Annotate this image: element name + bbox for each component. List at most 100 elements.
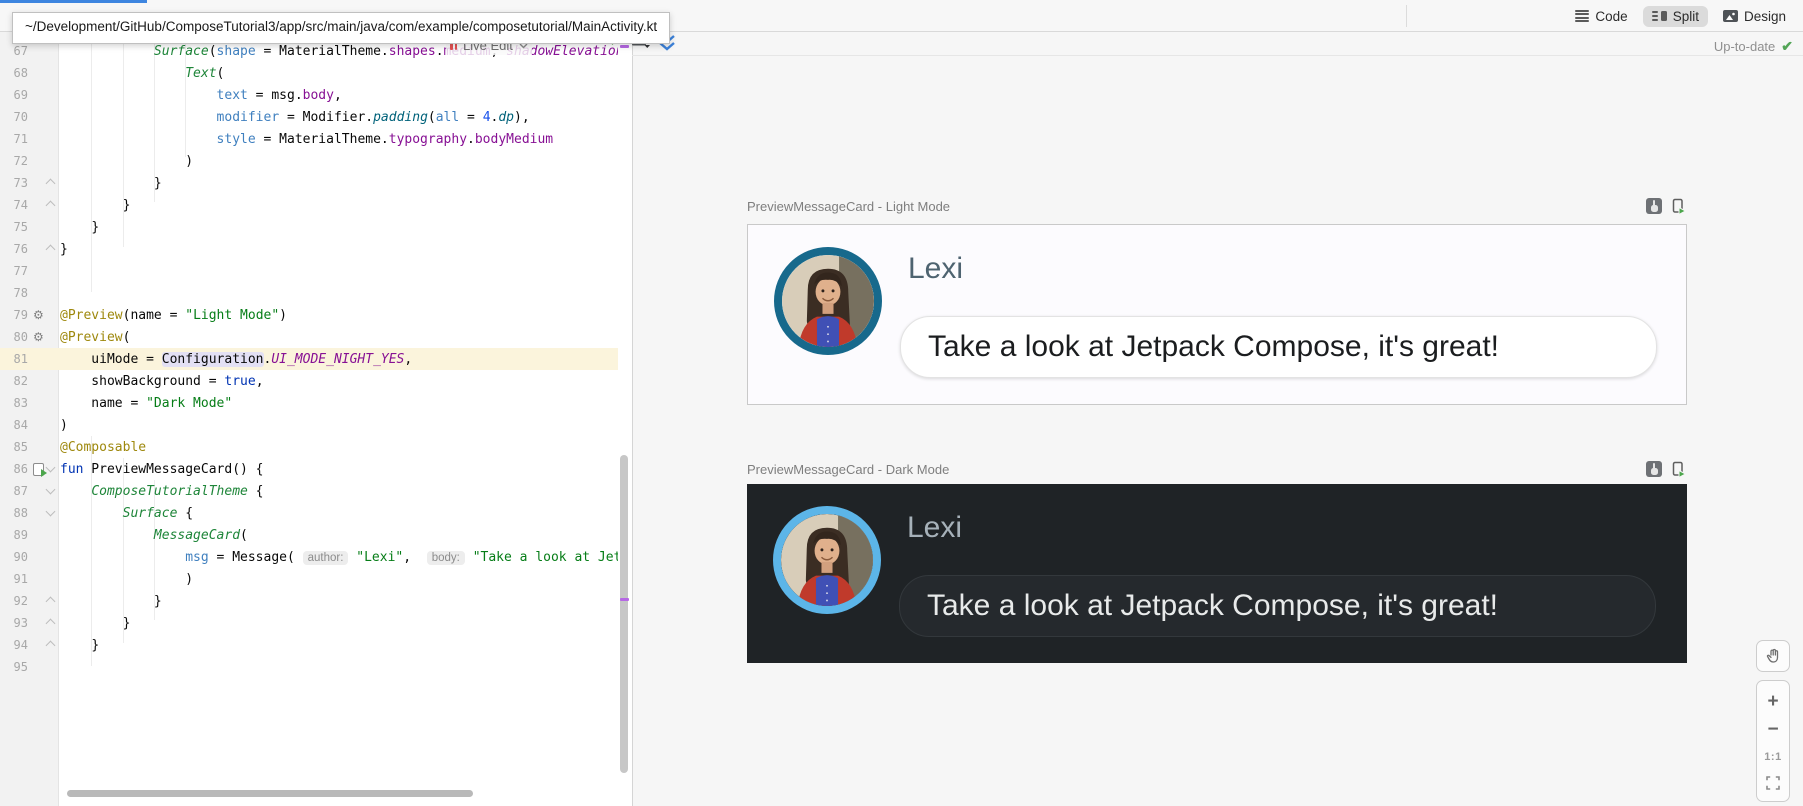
design-mode-button[interactable]: Design <box>1714 6 1795 27</box>
code-line[interactable]: 94 } <box>0 634 618 656</box>
code-text: } <box>58 594 162 609</box>
line-number: 77 <box>4 264 28 278</box>
code-line[interactable]: 76} <box>0 238 618 260</box>
code-line[interactable]: 70 modifier = Modifier.padding(all = 4.d… <box>0 106 618 128</box>
gutter-icons <box>28 370 58 392</box>
code-line[interactable]: 83 name = "Dark Mode" <box>0 392 618 414</box>
gutter-icons <box>28 128 58 150</box>
code-editor[interactable]: 67 Surface(shape = MaterialTheme.shapes.… <box>0 32 632 806</box>
code-line[interactable]: 68 Text( <box>0 62 618 84</box>
code-line[interactable]: 82 showBackground = true, <box>0 370 618 392</box>
fold-marker-icon[interactable] <box>46 506 56 516</box>
message-text: Take a look at Jetpack Compose, it's gre… <box>900 576 1655 636</box>
code-line[interactable]: 89 MessageCard( <box>0 524 618 546</box>
code-line[interactable]: 71 style = MaterialTheme.typography.body… <box>0 128 618 150</box>
code-line[interactable]: 80 @Preview( <box>0 326 618 348</box>
code-line[interactable]: 73 } <box>0 172 618 194</box>
file-path-popup: ~/Development/GitHub/ComposeTutorial3/ap… <box>12 12 670 44</box>
code-line[interactable]: 84) <box>0 414 618 436</box>
code-line[interactable]: 91 ) <box>0 568 618 590</box>
error-stripe-mark[interactable] <box>620 598 629 601</box>
code-line[interactable]: 92 } <box>0 590 618 612</box>
preview-actions-light <box>1646 198 1686 215</box>
interactive-mode-icon[interactable] <box>1646 198 1662 214</box>
code-line[interactable]: 95 <box>0 656 618 678</box>
code-line[interactable]: 77 <box>0 260 618 282</box>
interactive-mode-icon[interactable] <box>1646 461 1662 477</box>
code-line[interactable]: 79@Preview(name = "Light Mode") <box>0 304 618 326</box>
file-path-text: ~/Development/GitHub/ComposeTutorial3/ap… <box>25 19 657 34</box>
gutter-icons <box>28 436 58 458</box>
line-number: 80 <box>4 330 28 344</box>
fold-marker-icon[interactable] <box>46 484 56 494</box>
split-mode-button[interactable]: Split <box>1643 6 1708 27</box>
code-text: } <box>58 220 99 235</box>
zoom-out-button[interactable]: − <box>1767 720 1778 739</box>
code-text: Text( <box>58 66 224 81</box>
fold-marker-icon[interactable] <box>46 244 56 254</box>
code-text: showBackground = true, <box>58 374 264 389</box>
run-on-device-icon[interactable] <box>1670 198 1686 215</box>
message-bubble: Take a look at Jetpack Compose, it's gre… <box>899 575 1656 637</box>
pan-button[interactable] <box>1756 640 1790 672</box>
gutter-icons <box>28 414 58 436</box>
code-text: modifier = Modifier.padding(all = 4.dp), <box>58 110 530 125</box>
code-line[interactable]: 93 } <box>0 612 618 634</box>
run-on-device-icon[interactable] <box>1670 461 1686 478</box>
gutter-icons <box>28 546 58 568</box>
zoom-in-button[interactable]: + <box>1767 692 1778 711</box>
code-text: name = "Dark Mode" <box>58 396 232 411</box>
error-stripe-mark[interactable] <box>620 45 629 48</box>
code-line[interactable]: 75 } <box>0 216 618 238</box>
gear-icon[interactable] <box>33 331 44 343</box>
fold-marker-icon[interactable] <box>46 618 56 628</box>
code-text: @Preview( <box>58 330 130 345</box>
line-number: 82 <box>4 374 28 388</box>
code-line[interactable]: 72 ) <box>0 150 618 172</box>
code-line[interactable]: 85@Composable <box>0 436 618 458</box>
code-line[interactable]: 87 ComposeTutorialTheme { <box>0 480 618 502</box>
message-bubble: Take a look at Jetpack Compose, it's gre… <box>900 316 1657 378</box>
run-preview-icon[interactable] <box>33 463 44 476</box>
gutter-icons <box>28 502 58 524</box>
code-line[interactable]: 74 } <box>0 194 618 216</box>
gear-icon[interactable] <box>33 309 44 321</box>
line-number: 69 <box>4 88 28 102</box>
code-line[interactable]: 78 <box>0 282 618 304</box>
gutter-icons <box>28 568 58 590</box>
fold-marker-icon[interactable] <box>46 462 56 472</box>
fold-marker-icon[interactable] <box>46 178 56 188</box>
code-mode-button[interactable]: Code <box>1566 6 1636 27</box>
code-line[interactable]: 86fun PreviewMessageCard() { <box>0 458 618 480</box>
code-line[interactable]: 81 uiMode = Configuration.UI_MODE_NIGHT_… <box>0 348 618 370</box>
android-studio-window: Code Split Design 67 Surface(shape = Mat <box>0 0 1803 806</box>
preview-actions-dark <box>1646 461 1686 478</box>
code-mode-icon <box>1575 10 1589 22</box>
preview-title-light: PreviewMessageCard - Light Mode <box>747 199 950 214</box>
code-text: @Preview(name = "Light Mode") <box>58 308 287 323</box>
code-line[interactable]: 69 text = msg.body, <box>0 84 618 106</box>
fold-marker-icon[interactable] <box>46 640 56 650</box>
zoom-actual-size-button[interactable]: 1:1 <box>1764 748 1781 767</box>
code-text: ) <box>58 572 193 587</box>
line-number: 89 <box>4 528 28 542</box>
line-number: 75 <box>4 220 28 234</box>
horizontal-scrollbar[interactable] <box>67 790 473 797</box>
code-line[interactable]: 88 Surface { <box>0 502 618 524</box>
vertical-scrollbar[interactable] <box>620 455 628 773</box>
line-number: 74 <box>4 198 28 212</box>
code-text: fun PreviewMessageCard() { <box>58 462 264 477</box>
fold-marker-icon[interactable] <box>46 596 56 606</box>
gutter-icons <box>28 260 58 282</box>
line-number: 72 <box>4 154 28 168</box>
gutter-icons <box>28 62 58 84</box>
fold-marker-icon[interactable] <box>46 200 56 210</box>
zoom-to-fit-icon[interactable] <box>1766 776 1780 790</box>
split-mode-icon <box>1652 10 1667 22</box>
line-number: 67 <box>4 44 28 58</box>
gutter-icons <box>28 282 58 304</box>
code-line[interactable]: 90 msg = Message( author: "Lexi", body: … <box>0 546 618 568</box>
preview-card-dark[interactable]: Lexi Take a look at Jetpack Compose, it'… <box>747 484 1687 663</box>
status-text: Up-to-date <box>1714 39 1775 54</box>
preview-card-light[interactable]: Lexi Take a look at Jetpack Compose, it'… <box>747 224 1687 405</box>
